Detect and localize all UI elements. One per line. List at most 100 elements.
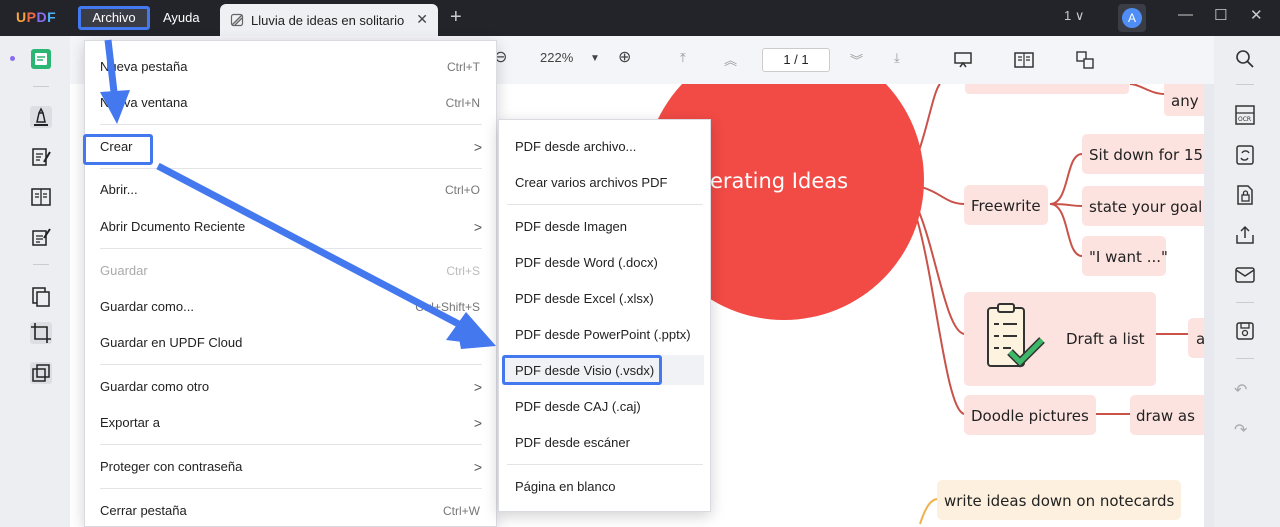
document-tab-icon [230,13,244,27]
search-icon[interactable] [1234,48,1256,70]
menu-item-abrir-reciente[interactable]: Abrir Dcumento Reciente > [85,212,496,242]
menu-item-shortcut: Ctrl+W [443,504,480,518]
menu-divider [100,124,482,125]
avatar[interactable]: A [1118,4,1146,32]
mindmap-text-sitdown: Sit down for 15 [1089,146,1203,164]
menu-item-label: Guardar como... [100,299,194,314]
reader-mode-icon[interactable] [30,186,52,208]
menu-divider [507,204,703,205]
mail-icon[interactable] [1234,264,1256,286]
menu-divider [100,248,482,249]
svg-text:OCR: OCR [1238,116,1251,123]
menu-item-shortcut: Ctrl+Shift+S [415,300,480,314]
menu-item-nueva-ventana[interactable]: Nueva ventana Ctrl+N [85,88,496,118]
menu-item-shortcut: Ctrl+T [447,60,480,74]
document-tab-title: Lluvia de ideas en solitario [251,13,405,28]
title-bar: UPDF Archivo Ayuda Lluvia de ideas en so… [0,0,1280,36]
menu-item-label: Abrir Dcumento Reciente [100,219,246,234]
mindmap-text-any: any [1171,92,1199,110]
edit-icon[interactable] [30,146,52,168]
convert-icon[interactable] [1234,144,1256,166]
menu-ayuda[interactable]: Ayuda [155,6,208,30]
protect-icon[interactable] [1234,184,1256,206]
sidebar-divider [1236,358,1254,359]
sidebar-divider [33,264,49,265]
mindmap-line-orange [919,498,939,525]
minimize-button[interactable]: — [1178,6,1193,23]
page-number-input[interactable]: 1 / 1 [762,48,830,72]
prev-page-icon[interactable]: ︽ [724,50,737,69]
chevron-right-icon: > [473,379,482,395]
menu-item-label: Abrir... [100,182,138,197]
menu-archivo[interactable]: Archivo [78,6,150,30]
mindmap-text-doodle: Doodle pictures [971,407,1089,425]
submenu-item-pdf-desde-visio[interactable]: PDF desde Visio (.vsdx) [499,356,710,386]
document-tab[interactable]: Lluvia de ideas en solitario ✕ [220,4,438,36]
submenu-item-pdf-desde-archivo[interactable]: PDF desde archivo... [499,132,710,162]
save-icon[interactable] [1234,320,1256,342]
layers-icon[interactable] [30,362,52,384]
undo-icon[interactable]: ↶ [1234,380,1256,402]
submenu-item-pdf-desde-caj[interactable]: PDF desde CAJ (.caj) [499,392,710,422]
menu-item-label: Exportar a [100,415,160,430]
first-page-icon[interactable]: ⤒ [680,50,686,66]
add-tab-button[interactable]: + [450,6,462,29]
chevron-right-icon: > [473,459,482,475]
mindmap-text-goal: state your goal [1089,198,1202,216]
menu-item-crear[interactable]: Crear > [85,132,496,162]
tab-close-icon[interactable]: ✕ [416,11,428,28]
mindmap-text-freewrite: Freewrite [971,197,1041,215]
crop-icon[interactable] [30,322,52,344]
menu-item-guardar-como[interactable]: Guardar como... Ctrl+Shift+S [85,292,496,322]
menu-item-abrir[interactable]: Abrir... Ctrl+O [85,175,496,205]
menu-divider [507,464,703,465]
menu-divider [100,364,482,365]
menu-item-exportar[interactable]: Exportar a > [85,408,496,438]
create-submenu: PDF desde archivo... Crear varios archiv… [498,119,711,512]
highlighter-icon[interactable] [30,106,52,128]
sidebar-divider [33,86,49,87]
ocr-icon[interactable]: OCR [1234,104,1256,126]
menu-item-nueva-pestana[interactable]: Nueva pestaña Ctrl+T [85,52,496,82]
menu-item-proteger[interactable]: Proteger con contraseña > [85,452,496,482]
share-icon[interactable] [1234,224,1256,246]
form-icon[interactable] [30,226,52,248]
menu-item-guardar-como-otro[interactable]: Guardar como otro > [85,372,496,402]
page-display-icon[interactable] [1014,52,1034,68]
file-menu: Nueva pestaña Ctrl+T Nueva ventana Ctrl+… [83,40,497,527]
last-page-icon[interactable]: ⤓ [894,50,900,66]
pages-icon[interactable] [30,286,52,308]
zoom-level[interactable]: 222% [540,50,573,65]
submenu-item-pdf-desde-excel[interactable]: PDF desde Excel (.xlsx) [499,284,710,314]
menu-item-guardar[interactable]: Guardar Ctrl+S [85,256,496,286]
menu-divider [100,168,482,169]
presentation-icon[interactable] [954,52,972,68]
submenu-item-pdf-desde-imagen[interactable]: PDF desde Imagen [499,212,710,242]
chevron-right-icon: > [473,415,482,431]
zoom-dropdown-icon[interactable]: ▼ [590,53,600,64]
window-count-dropdown[interactable]: 1 ∨ [1064,8,1084,24]
translate-icon[interactable] [1076,51,1094,69]
submenu-item-crear-varios[interactable]: Crear varios archivos PDF [499,168,710,198]
menu-item-guardar-cloud[interactable]: Guardar en UPDF Cloud [85,328,496,358]
chevron-right-icon: > [473,139,482,155]
mindmap-text-notecards: write ideas down on notecards [944,492,1175,510]
mindmap-center-text: erating Ideas [710,169,848,193]
submenu-item-pdf-desde-word[interactable]: PDF desde Word (.docx) [499,248,710,278]
menu-item-label: Nueva pestaña [100,59,188,74]
next-page-icon[interactable]: ︾ [850,50,863,69]
sidebar-divider [1236,84,1254,85]
sidebar-dot [10,56,15,61]
submenu-item-pdf-desde-escaner[interactable]: PDF desde escáner [499,428,710,458]
close-window-button[interactable]: ✕ [1250,6,1263,24]
menu-item-label: Nueva ventana [100,95,188,110]
redo-icon[interactable]: ↷ [1234,420,1256,442]
zoom-in-icon[interactable]: ⊕ [618,47,631,67]
mindmap-text-drawas: draw as [1136,407,1195,425]
reader-icon[interactable] [30,48,52,70]
menu-item-label: Crear [100,139,133,154]
maximize-button[interactable]: ☐ [1214,6,1227,24]
submenu-item-pdf-desde-powerpoint[interactable]: PDF desde PowerPoint (.pptx) [499,320,710,350]
submenu-item-pagina-en-blanco[interactable]: Página en blanco [499,472,710,502]
menu-item-cerrar-pestana[interactable]: Cerrar pestaña Ctrl+W [85,496,496,526]
